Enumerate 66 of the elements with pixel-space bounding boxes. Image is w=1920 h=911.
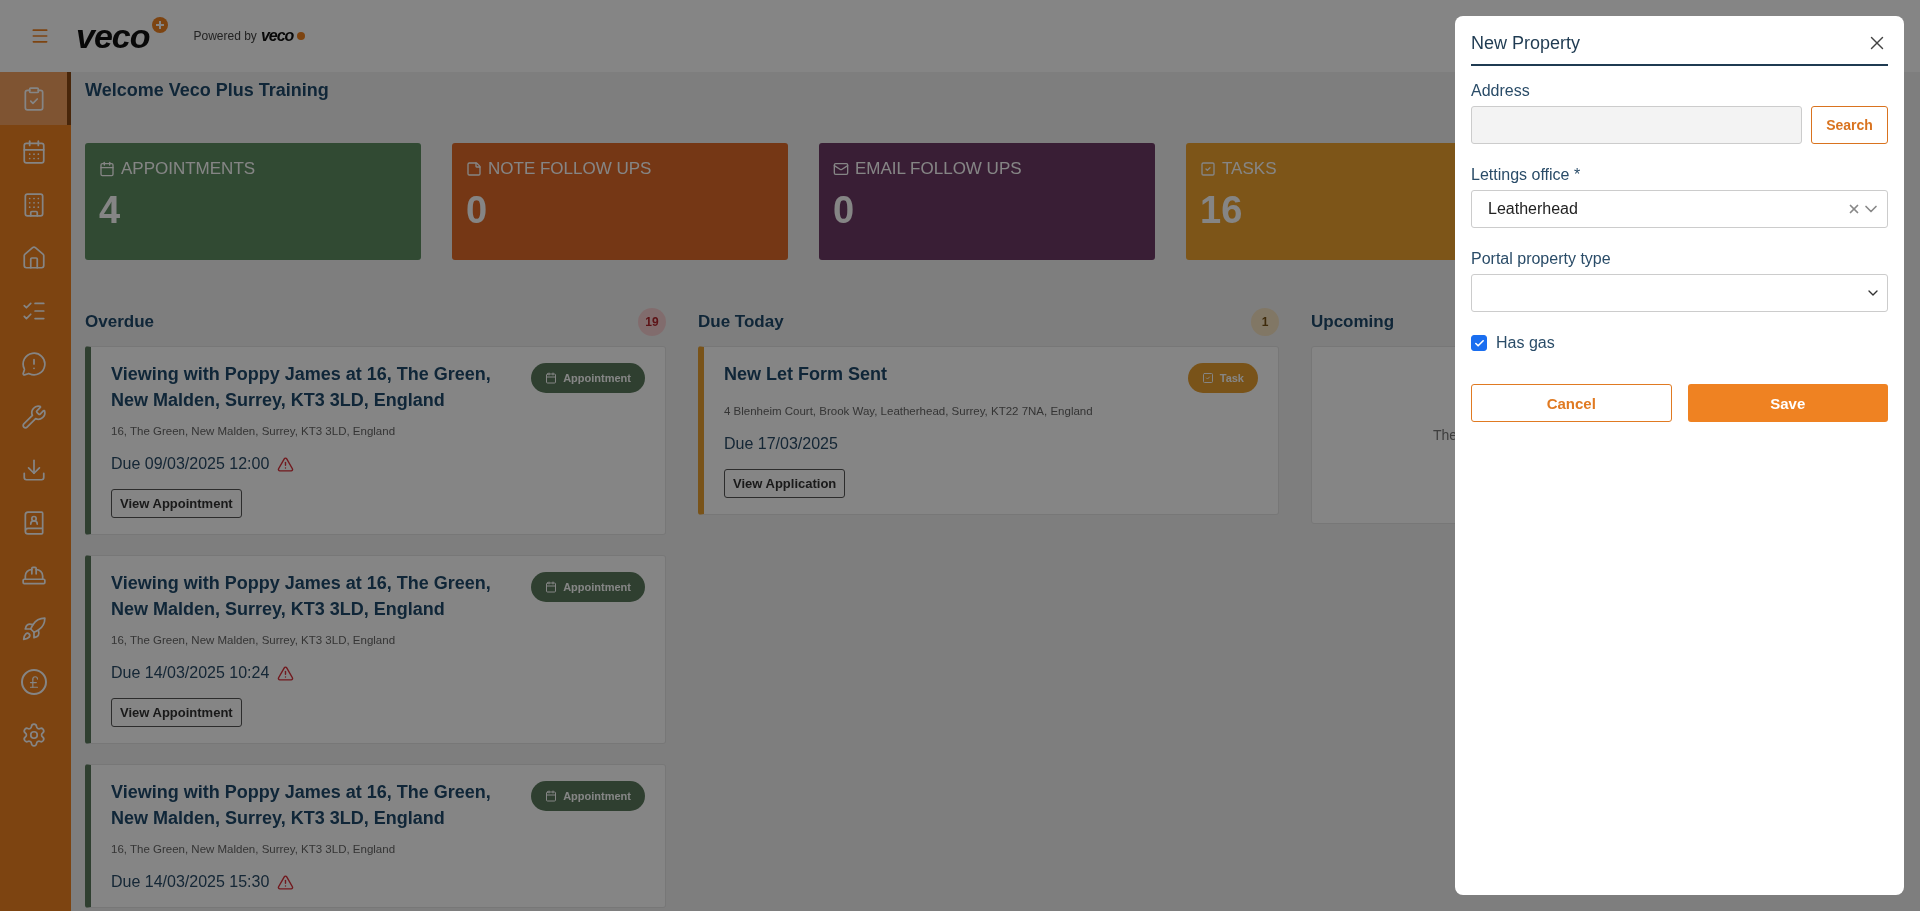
card-address: 16, The Green, New Malden, Surrey, KT3 3LD, England bbox=[111, 634, 397, 646]
search-button[interactable]: Search bbox=[1811, 106, 1888, 144]
checkbox-label: Has gas bbox=[1496, 334, 1555, 352]
stat-value: 0 bbox=[466, 189, 489, 232]
card-title: Viewing with Poppy James at 16, The Green, New Malden, Surrey, KT3 3LD, England bbox=[111, 781, 492, 830]
column-title: Upcoming bbox=[1311, 312, 1395, 332]
note-icon bbox=[466, 161, 482, 177]
stat-card[interactable]: APPOINTMENTS 4 bbox=[85, 143, 421, 260]
house-icon bbox=[20, 244, 47, 271]
calendar-icon bbox=[99, 161, 115, 177]
due-date: Due 09/03/2025 12:00 bbox=[111, 455, 270, 473]
stat-value: 0 bbox=[833, 189, 856, 232]
type-tag: Appointment bbox=[531, 572, 645, 602]
type-tag: Appointment bbox=[531, 363, 645, 393]
due-date: Due 14/03/2025 10:24 bbox=[111, 664, 270, 682]
card-address: 16, The Green, New Malden, Surrey, KT3 3LD, England bbox=[111, 425, 397, 437]
field-label: Address bbox=[1471, 82, 1531, 100]
logo: veco bbox=[76, 16, 150, 56]
checkbox[interactable] bbox=[1471, 335, 1487, 351]
due-date: Due 14/03/2025 15:30 bbox=[111, 873, 270, 891]
logo: veco bbox=[260, 27, 294, 45]
view-button[interactable]: View Appointment bbox=[111, 698, 242, 727]
stat-value: 4 bbox=[99, 189, 122, 232]
stat-card[interactable]: NOTE FOLLOW UPS 0 bbox=[452, 143, 788, 260]
stat-label: APPOINTMENTS bbox=[121, 159, 256, 179]
dialog-title: New Property bbox=[1471, 32, 1581, 54]
settings-icon bbox=[20, 721, 47, 748]
menu-icon[interactable] bbox=[30, 26, 50, 46]
calendar-icon bbox=[545, 581, 558, 593]
column-title: Due Today bbox=[698, 312, 784, 332]
wrench-icon bbox=[20, 403, 47, 430]
message-alert-icon bbox=[20, 350, 47, 377]
type-tag: Appointment bbox=[531, 781, 645, 811]
office-select[interactable]: Leatherhead bbox=[1471, 190, 1888, 228]
checkbox-icon bbox=[1201, 372, 1214, 384]
rocket-icon bbox=[20, 615, 47, 642]
check-icon bbox=[1473, 337, 1485, 349]
count-badge: 19 bbox=[638, 308, 666, 336]
cancel-button[interactable]: Cancel bbox=[1471, 384, 1672, 422]
card-title: New Let Form Sent bbox=[724, 363, 888, 386]
powered-by-text: Powered by bbox=[193, 29, 257, 43]
column-title: Overdue bbox=[85, 312, 154, 332]
calendar-icon bbox=[545, 790, 558, 802]
address-field[interactable] bbox=[1471, 106, 1802, 144]
card-title: Viewing with Poppy James at 16, The Green, New Malden, Surrey, KT3 3LD, England bbox=[111, 572, 492, 621]
view-button[interactable]: View Application bbox=[724, 469, 846, 498]
card-address: 4 Blenheim Court, Brook Way, Leatherhead, Surrey, KT22 7NA, England bbox=[724, 405, 1094, 417]
calendar-icon bbox=[20, 138, 47, 165]
welcome-heading: Welcome Veco Plus Training bbox=[85, 80, 329, 101]
checkbox-icon bbox=[1200, 161, 1216, 177]
stat-label: TASKS bbox=[1222, 159, 1277, 179]
type-tag: Task bbox=[1187, 363, 1258, 393]
view-button[interactable]: View Appointment bbox=[111, 489, 242, 518]
stat-label: EMAIL FOLLOW UPS bbox=[855, 159, 1022, 179]
pound-coin-icon bbox=[20, 668, 47, 695]
mail-icon bbox=[833, 161, 849, 177]
card-address: 16, The Green, New Malden, Surrey, KT3 3LD, England bbox=[111, 843, 397, 855]
card-title: Viewing with Poppy James at 16, The Green, New Malden, Surrey, KT3 3LD, England bbox=[111, 363, 492, 412]
clear-icon[interactable] bbox=[1847, 202, 1861, 216]
save-button[interactable]: Save bbox=[1687, 384, 1888, 422]
count-badge: 1 bbox=[1251, 308, 1279, 336]
calendar-icon bbox=[545, 372, 558, 384]
stat-card[interactable]: EMAIL FOLLOW UPS 0 bbox=[819, 143, 1155, 260]
sidebar-item[interactable] bbox=[0, 72, 71, 125]
due-date: Due 17/03/2025 bbox=[724, 435, 838, 453]
stat-label: NOTE FOLLOW UPS bbox=[488, 159, 652, 179]
